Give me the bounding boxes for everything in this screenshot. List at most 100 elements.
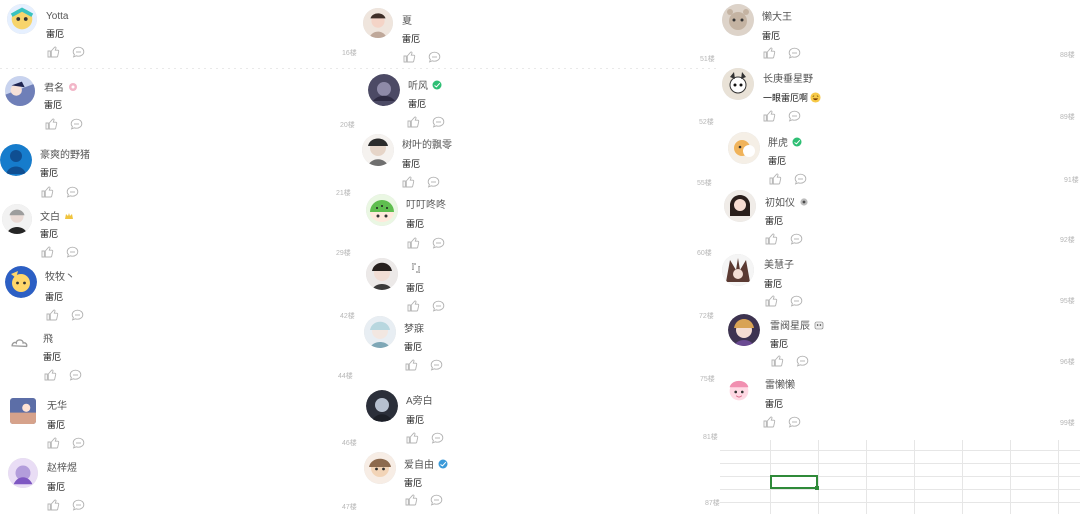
username[interactable]: 赵梓煜: [47, 463, 77, 475]
avatar[interactable]: [2, 204, 32, 234]
thumbs-up-icon[interactable]: [765, 295, 778, 307]
comment-bubble-icon[interactable]: [432, 300, 445, 312]
username[interactable]: 雷阀星辰: [770, 320, 824, 333]
avatar[interactable]: [364, 452, 396, 484]
avatar[interactable]: [364, 316, 396, 348]
username[interactable]: 飛: [43, 334, 53, 346]
username[interactable]: 树叶的飘零: [402, 140, 452, 152]
avatar[interactable]: [366, 194, 398, 226]
thumbs-up-icon[interactable]: [763, 110, 776, 122]
avatar[interactable]: [7, 4, 37, 34]
thumbs-up-icon[interactable]: [46, 309, 59, 321]
comment-bubble-icon[interactable]: [72, 437, 85, 449]
avatar[interactable]: [10, 398, 36, 424]
avatar[interactable]: [724, 376, 754, 406]
thumbs-up-icon[interactable]: [44, 369, 57, 381]
username[interactable]: 初如仪: [765, 197, 809, 210]
username[interactable]: 爱自由: [404, 459, 448, 472]
comment-item: 雷懒懒 雷厄 99楼: [720, 372, 1080, 436]
avatar[interactable]: [8, 458, 38, 488]
avatar[interactable]: [5, 266, 37, 298]
avatar[interactable]: [8, 332, 30, 354]
avatar[interactable]: [728, 132, 760, 164]
username[interactable]: 听风: [408, 80, 442, 93]
comment-bubble-icon[interactable]: [427, 176, 440, 188]
floor-number: 16楼: [342, 50, 357, 57]
username[interactable]: 雷懒懒: [765, 380, 795, 392]
thumbs-up-icon[interactable]: [47, 499, 60, 511]
avatar[interactable]: [728, 314, 760, 346]
username[interactable]: 文白: [40, 211, 74, 224]
username[interactable]: 懒大王: [762, 12, 792, 24]
avatar[interactable]: [724, 190, 756, 222]
comment-bubble-icon[interactable]: [788, 416, 801, 428]
thumbs-up-icon[interactable]: [763, 416, 776, 428]
username[interactable]: 胖虎: [768, 137, 802, 150]
comment-bubble-icon[interactable]: [794, 173, 807, 185]
avatar[interactable]: [366, 390, 398, 422]
thumbs-up-icon[interactable]: [47, 46, 60, 58]
comment-bubble-icon[interactable]: [432, 116, 445, 128]
thumbs-up-icon[interactable]: [407, 116, 420, 128]
thumbs-up-icon[interactable]: [405, 494, 418, 506]
username[interactable]: 美慧子: [764, 260, 794, 272]
username[interactable]: 君名: [44, 82, 78, 95]
comment-bubble-icon[interactable]: [72, 46, 85, 58]
username[interactable]: 『』: [406, 264, 426, 276]
avatar[interactable]: [5, 76, 35, 106]
thumbs-up-icon[interactable]: [405, 359, 418, 371]
comment-bubble-icon[interactable]: [71, 309, 84, 321]
username[interactable]: Yotta: [46, 11, 68, 23]
comment-bubble-icon[interactable]: [66, 246, 79, 258]
thumbs-up-icon[interactable]: [407, 237, 420, 249]
comment-bubble-icon[interactable]: [432, 237, 445, 249]
thumbs-up-icon[interactable]: [403, 51, 416, 63]
avatar[interactable]: [362, 134, 394, 166]
selected-cell[interactable]: [770, 475, 818, 489]
grid-line: [1058, 440, 1059, 514]
thumbs-up-icon[interactable]: [41, 246, 54, 258]
comment-bubble-icon[interactable]: [788, 110, 801, 122]
thumbs-up-icon[interactable]: [763, 47, 776, 59]
comment-actions: [763, 47, 801, 59]
username[interactable]: 无华: [47, 401, 67, 413]
username[interactable]: 牧牧丶: [45, 272, 75, 284]
thumbs-up-icon[interactable]: [402, 176, 415, 188]
comment-bubble-icon[interactable]: [430, 359, 443, 371]
comment-bubble-icon[interactable]: [796, 355, 809, 367]
comment-bubble-icon[interactable]: [790, 295, 803, 307]
comment-bubble-icon[interactable]: [790, 233, 803, 245]
avatar[interactable]: [722, 68, 754, 100]
comment-bubble-icon[interactable]: [431, 432, 444, 444]
comment-bubble-icon[interactable]: [70, 118, 83, 130]
comment-bubble-icon[interactable]: [66, 186, 79, 198]
thumbs-up-icon[interactable]: [771, 355, 784, 367]
avatar[interactable]: [363, 8, 393, 38]
thumbs-up-icon[interactable]: [47, 437, 60, 449]
comment-bubble-icon[interactable]: [788, 47, 801, 59]
avatar[interactable]: [366, 258, 398, 290]
avatar[interactable]: [0, 144, 32, 176]
username[interactable]: 夏: [402, 16, 412, 28]
username[interactable]: 叮叮咚咚: [406, 200, 446, 212]
avatar[interactable]: [722, 254, 754, 286]
thumbs-up-icon[interactable]: [45, 118, 58, 130]
thumbs-up-icon[interactable]: [407, 300, 420, 312]
avatar[interactable]: [368, 74, 400, 106]
thumbs-up-icon[interactable]: [769, 173, 782, 185]
username[interactable]: 豪爽的野猪: [40, 150, 90, 162]
thumbs-up-icon[interactable]: [41, 186, 54, 198]
avatar[interactable]: [722, 4, 754, 36]
username[interactable]: A旁白: [406, 396, 433, 408]
spreadsheet-grid[interactable]: [720, 432, 1080, 514]
comment-item: 长庚垂星野 一眼雷厄啊 89楼: [720, 64, 1080, 128]
username[interactable]: 长庚垂星野: [763, 74, 813, 86]
thumbs-up-icon[interactable]: [765, 233, 778, 245]
comment-bubble-icon[interactable]: [72, 499, 85, 511]
fill-handle[interactable]: [815, 486, 819, 490]
comment-bubble-icon[interactable]: [430, 494, 443, 506]
comment-bubble-icon[interactable]: [69, 369, 82, 381]
username[interactable]: 梦寐: [404, 324, 424, 336]
comment-bubble-icon[interactable]: [428, 51, 441, 63]
thumbs-up-icon[interactable]: [406, 432, 419, 444]
